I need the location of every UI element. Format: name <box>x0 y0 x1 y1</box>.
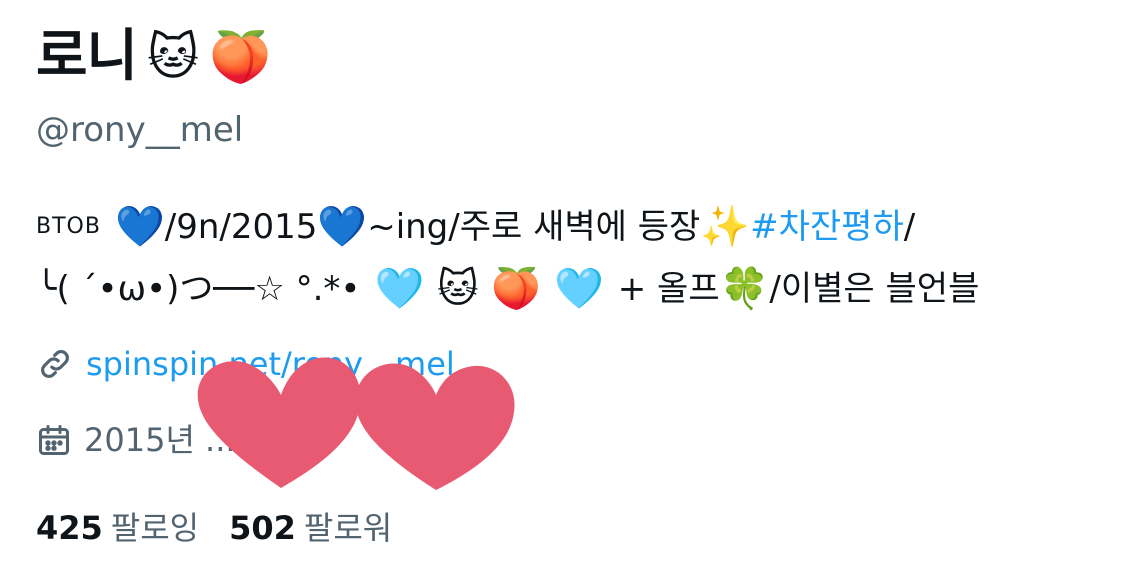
heart-sticker-overlay <box>197 357 515 490</box>
bio-line-2: ╰( ´•ω•)つ──☆ °.*• 🩵 🐱 🍑 🩵 + 올프 🍀 /이별은 블언… <box>36 258 1096 320</box>
sparkles-emoji: ✨ <box>700 204 751 250</box>
bio-text: /이별은 블언블 <box>769 269 980 309</box>
kaomoji: ╰( ´•ω•)つ──☆ °.*• <box>36 269 361 309</box>
blue-heart-emoji: 💙 <box>114 204 165 250</box>
clover-emoji: 🍀 <box>719 266 770 312</box>
hashtag-link[interactable]: #차잔평하 <box>750 196 904 258</box>
blue-heart-emoji: 💙 <box>317 204 368 250</box>
following-count: 425 <box>36 509 103 547</box>
followers-stat[interactable]: 502 팔로워 <box>229 506 392 550</box>
bio-suffix: / <box>903 207 916 247</box>
display-name: 로니 <box>36 24 138 89</box>
followers-label: 팔로워 <box>303 509 393 547</box>
heart-sticker-icon <box>355 363 515 490</box>
followers-count: 502 <box>229 509 296 547</box>
link-icon <box>36 345 74 383</box>
bio-date: /9n/2015 <box>164 207 318 247</box>
emoji-group: 🩵 🐱 🍑 🩵 <box>374 266 604 312</box>
follow-stats: 425 팔로잉 502 팔로워 <box>36 506 392 550</box>
following-stat[interactable]: 425 팔로잉 <box>36 506 199 550</box>
username-handle: @rony__mel <box>36 110 244 150</box>
bio-text: ~ing/주로 새벽에 등장 <box>367 207 701 247</box>
peach-emoji: 🍑 <box>209 28 272 86</box>
bio-prefix: BTOB <box>36 214 101 239</box>
bio-plus-text: + 올프 <box>617 269 720 309</box>
cat-emoji: 🐱 <box>147 28 200 86</box>
following-label: 팔로잉 <box>110 509 200 547</box>
name-row: 로니 🐱 🍑 <box>36 22 271 92</box>
heart-sticker-icon <box>197 357 361 488</box>
profile-header: 로니 🐱 🍑 @rony__mel BTOB 💙 /9n/2015 💙 ~ing… <box>36 0 1116 562</box>
bio: BTOB 💙 /9n/2015 💙 ~ing/주로 새벽에 등장 ✨ #차잔평하… <box>36 196 1096 320</box>
calendar-icon <box>36 422 72 458</box>
bio-line-1: BTOB 💙 /9n/2015 💙 ~ing/주로 새벽에 등장 ✨ #차잔평하… <box>36 196 1096 258</box>
